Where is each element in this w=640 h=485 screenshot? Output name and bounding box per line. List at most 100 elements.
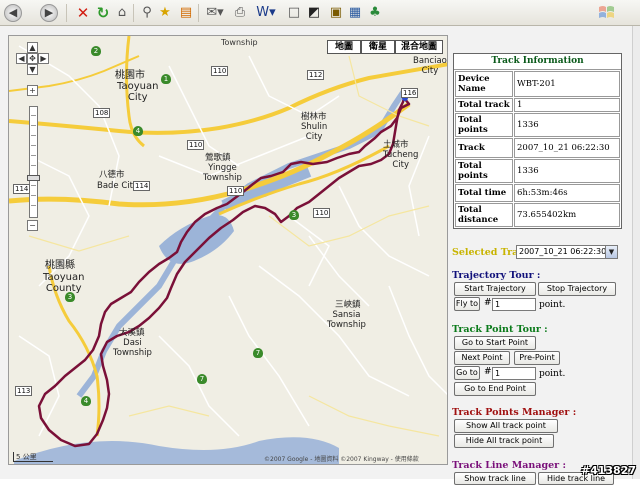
highway-shield: 2 [91, 46, 101, 56]
fly-to-button[interactable]: Fly to [454, 297, 480, 311]
next-point-button[interactable]: Next Point [454, 351, 510, 365]
translate-icon[interactable]: ▦ [346, 4, 364, 22]
map-type-map-button[interactable]: 地圖 [327, 40, 361, 54]
selected-track-select[interactable]: 2007_10_21 06:22:30 ▼ [516, 245, 618, 259]
map-label-banciao: Banciao City [413, 56, 447, 76]
toolbar-separator [198, 4, 199, 22]
highway-shield: 1 [161, 74, 171, 84]
table-row: Track2007_10_21 06:22:30 [455, 138, 620, 158]
map-label-taoyuan-county-en: Taoyuan County [43, 272, 84, 294]
zoom-out-icon[interactable]: − [27, 220, 38, 231]
road-shield: 116 [401, 88, 418, 98]
table-row: Device NameWBT-201 [455, 71, 620, 97]
research-icon[interactable]: ▣ [327, 4, 345, 22]
info-key: Total distance [455, 203, 513, 227]
map-canvas[interactable] [9, 36, 448, 465]
road-shield: 110 [227, 186, 244, 196]
zoom-in-icon[interactable]: + [27, 85, 38, 96]
pre-point-button[interactable]: Pre-Point [514, 351, 560, 365]
fly-to-point-input[interactable]: 1 [492, 298, 536, 311]
page-scrollbar[interactable] [632, 26, 640, 479]
map-label-yingge-en: Yingge Township [203, 163, 242, 183]
forward-icon[interactable]: ▶ [40, 4, 58, 22]
zoom-tick [31, 125, 36, 126]
map-label-taoyuan-county-zh: 桃園縣 [45, 260, 75, 271]
info-value: 6h:53m:46s [514, 184, 620, 202]
info-value: 1336 [514, 113, 620, 137]
show-all-track-point-button[interactable]: Show All track point [454, 419, 558, 433]
map-scale: 5 公里 [13, 452, 53, 462]
map-label-sansia-zh: 三峽鎮 [335, 300, 361, 310]
stop-trajectory-button[interactable]: Stop Trajectory [538, 282, 616, 296]
refresh-icon[interactable]: ↻ [94, 4, 112, 22]
messenger-icon[interactable]: ♣ [366, 4, 384, 22]
go-to-button[interactable]: Go to [454, 366, 480, 380]
highway-shield: 3 [65, 292, 75, 302]
google-map[interactable]: 地圖 衛星 混合地圖 ▲ ◀ ✥ ▶ ▼ + − Township 桃園市 Ta… [8, 35, 448, 465]
info-key: Track [455, 138, 513, 158]
info-value: WBT-201 [514, 71, 620, 97]
fly-to-point-suffix: point. [539, 300, 565, 310]
mail-icon[interactable]: ✉▾ [203, 4, 227, 22]
search-icon[interactable]: ⚲ [138, 4, 156, 22]
map-label-dasi-zh: 大溪鎮 [119, 328, 145, 338]
info-key: Total points [455, 159, 513, 183]
highway-shield: 4 [133, 126, 143, 136]
zoom-tick [31, 195, 36, 196]
pan-center-icon[interactable]: ✥ [27, 53, 38, 64]
table-row: Total track1 [455, 98, 620, 112]
road-shield: 110 [187, 140, 204, 150]
map-label-township-top: Township [221, 38, 258, 47]
stop-icon[interactable]: ✕ [74, 4, 92, 22]
track-info-box: Track Information Device NameWBT-201 Tot… [453, 53, 622, 229]
info-value: 2007_10_21 06:22:30 [514, 138, 620, 158]
track-info-table: Device NameWBT-201 Total track1 Total po… [454, 70, 621, 228]
info-value: 73.655402km [514, 203, 620, 227]
map-label-shulin-en: Shulin City [301, 122, 327, 142]
map-label-sansia-en: Sansia Township [327, 310, 366, 330]
track-line[interactable] [39, 98, 409, 446]
go-to-point-input[interactable]: 1 [492, 367, 536, 380]
watermark: #413827 [581, 464, 636, 477]
start-trajectory-button[interactable]: Start Trajectory [454, 282, 536, 296]
kodak-icon[interactable]: ◩ [305, 4, 323, 22]
feeds-icon[interactable]: ▤ [177, 4, 195, 22]
print-icon[interactable]: ⎙ [231, 4, 249, 22]
hide-all-track-point-button[interactable]: Hide All track point [454, 434, 554, 448]
go-to-hash: # [484, 367, 492, 377]
pan-up-icon[interactable]: ▲ [27, 42, 38, 53]
table-row: Total points1336 [455, 113, 620, 137]
map-label-tucheng-en: Tucheng City [383, 150, 418, 170]
home-icon[interactable]: ⌂ [113, 4, 131, 22]
pan-right-icon[interactable]: ▶ [38, 53, 49, 64]
track-line-manager-heading: Track Line Manager : [452, 460, 566, 471]
fly-to-hash: # [484, 298, 492, 308]
back-icon[interactable]: ◀ [4, 4, 22, 22]
blank-icon[interactable]: □ [285, 4, 303, 22]
zoom-slider[interactable] [29, 106, 38, 218]
map-label-bade-zh: 八德市 [99, 170, 125, 180]
pan-left-icon[interactable]: ◀ [16, 53, 27, 64]
zoom-slider-thumb[interactable] [27, 175, 40, 181]
zoom-tick [31, 205, 36, 206]
info-key: Total points [455, 113, 513, 137]
word-icon[interactable]: W▾ [254, 4, 278, 22]
go-to-start-point-button[interactable]: Go to Start Point [454, 336, 536, 350]
table-row: Total time6h:53m:46s [455, 184, 620, 202]
map-label-bade-en: Bade City [97, 181, 138, 191]
info-key: Device Name [455, 71, 513, 97]
favorites-icon[interactable]: ★ [156, 4, 174, 22]
windows-logo-icon [596, 2, 618, 24]
selected-track-value: 2007_10_21 06:22:30 [519, 247, 606, 256]
pan-down-icon[interactable]: ▼ [27, 64, 38, 75]
chevron-down-icon[interactable]: ▼ [605, 246, 617, 258]
map-type-hybrid-button[interactable]: 混合地圖 [395, 40, 443, 54]
browser-toolbar: ◀ ▶ ✕ ↻ ⌂ ⚲ ★ ▤ ✉▾ ⎙ W▾ □ ◩ ▣ ▦ ♣ [0, 0, 640, 26]
zoom-tick [31, 135, 36, 136]
zoom-tick [31, 185, 36, 186]
map-type-satellite-button[interactable]: 衛星 [361, 40, 395, 54]
go-to-end-point-button[interactable]: Go to End Point [454, 382, 536, 396]
zoom-tick [31, 115, 36, 116]
map-label-dasi-en: Dasi Township [113, 338, 152, 358]
trajectory-tour-heading: Trajectory Tour : [452, 270, 540, 281]
